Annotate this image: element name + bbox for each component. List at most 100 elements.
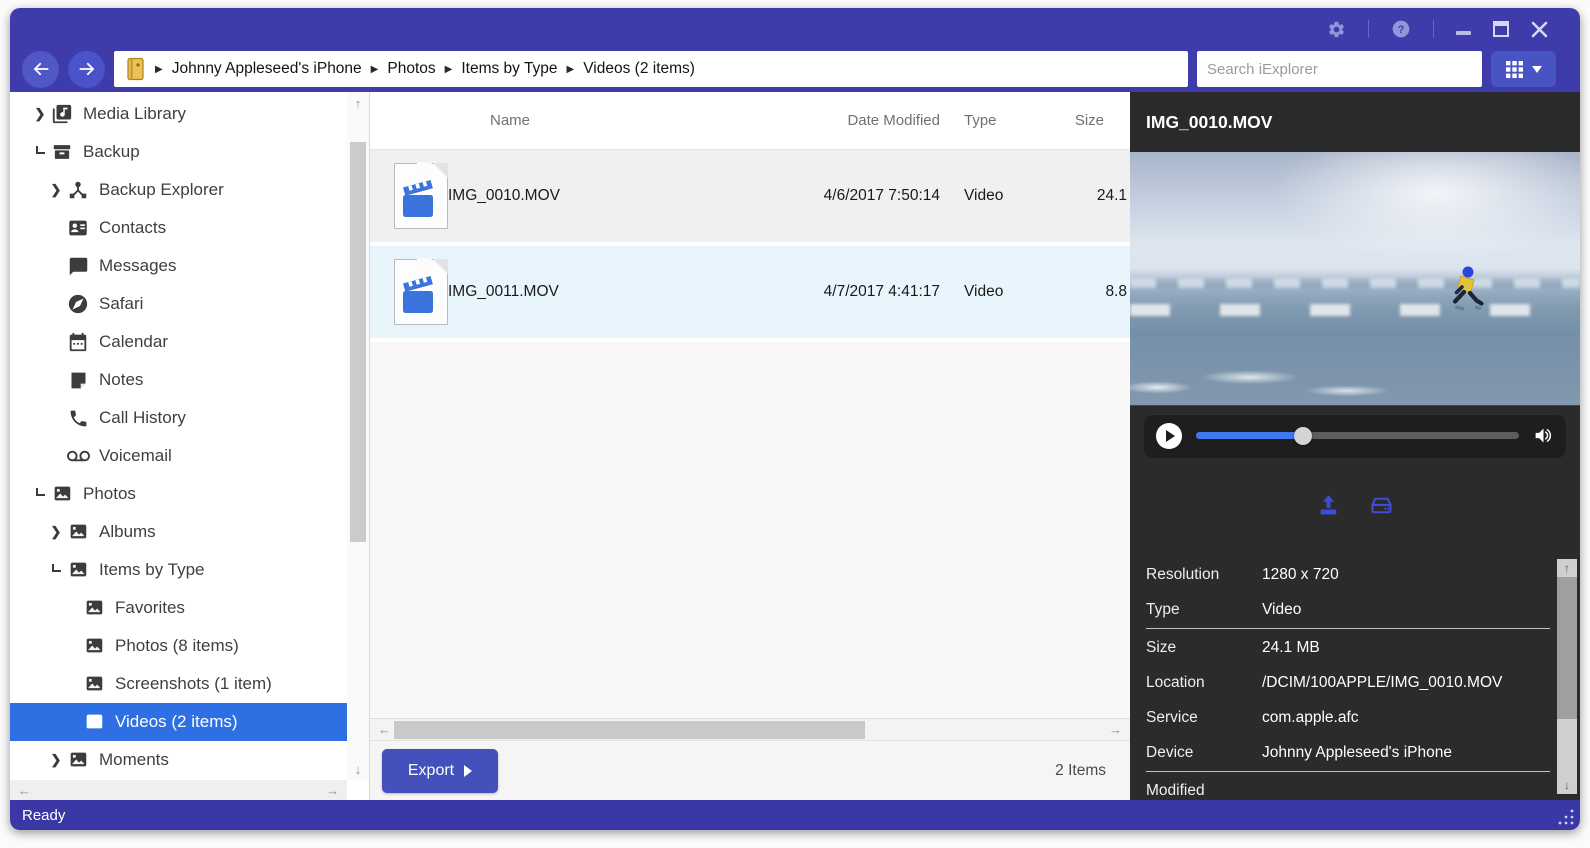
seek-thumb[interactable] xyxy=(1293,426,1312,445)
preview-title: IMG_0010.MOV xyxy=(1130,92,1580,152)
sidebar-item-label: Messages xyxy=(99,256,177,275)
meta-row-type: Type Video xyxy=(1146,600,1302,618)
surf-line xyxy=(1130,303,1580,316)
metadata-scrollbar[interactable]: ↑ ↓ xyxy=(1557,559,1577,794)
column-header-type[interactable]: Type xyxy=(940,112,1028,129)
sidebar-item-backup[interactable]: Backup xyxy=(10,133,347,171)
sidebar-item-call-history[interactable]: Call History xyxy=(10,399,347,437)
sidebar-item-label: Calendar xyxy=(99,332,168,351)
file-size: 8.8 xyxy=(1105,283,1127,300)
export-button[interactable]: Export xyxy=(382,748,498,793)
sidebar-item-label: Favorites xyxy=(115,598,185,617)
sidebar-item-label: Media Library xyxy=(83,104,186,123)
sidebar-item-photos[interactable]: Photos xyxy=(10,475,347,513)
scrollbar-thumb[interactable] xyxy=(1557,577,1577,719)
photo-icon xyxy=(82,634,106,658)
sidebar-item-items-by-type[interactable]: Items by Type xyxy=(10,551,347,589)
file-type: Video xyxy=(964,283,1004,300)
sidebar-item-screenshots-1-item[interactable]: Screenshots (1 item) xyxy=(10,665,347,703)
photo-icon xyxy=(82,672,106,696)
sidebar-item-backup-explorer[interactable]: ❯ Backup Explorer xyxy=(10,171,347,209)
export-to-drive-icon[interactable] xyxy=(1368,492,1395,519)
sidebar-item-albums[interactable]: ❯ Albums xyxy=(10,513,347,551)
scroll-right-icon[interactable]: → xyxy=(1109,722,1122,737)
back-button[interactable] xyxy=(22,50,59,88)
resize-grip-icon[interactable] xyxy=(1557,808,1575,826)
meta-row-size: Size 24.1 MB xyxy=(1146,638,1320,656)
help-icon[interactable]: ? xyxy=(1391,19,1411,39)
metadata-table: Resolution 1280 x 720 Type Video Size 24.1 … xyxy=(1130,545,1580,800)
column-header-date-modified[interactable]: Date Modified xyxy=(760,112,940,129)
settings-gear-icon[interactable] xyxy=(1327,20,1346,39)
scroll-up-icon[interactable]: ↑ xyxy=(1557,559,1577,577)
sidebar-item-moments[interactable]: ❯ Moments xyxy=(10,741,347,779)
breadcrumb-separator-icon: ▶ xyxy=(155,63,163,75)
items-count: 2 Items xyxy=(1055,761,1106,779)
minimize-icon[interactable] xyxy=(1456,30,1471,36)
sidebar-item-voicemail[interactable]: Voicemail xyxy=(10,437,347,475)
svg-text:?: ? xyxy=(1398,24,1405,36)
sidebar-item-safari[interactable]: Safari xyxy=(10,285,347,323)
photo-icon xyxy=(66,520,90,544)
scroll-down-icon[interactable]: ↓ xyxy=(347,758,369,780)
scrollbar-thumb[interactable] xyxy=(394,721,866,739)
list-horizontal-scrollbar[interactable]: ← → xyxy=(370,718,1130,740)
file-type: Video xyxy=(964,187,1004,204)
file-row-img-0010[interactable]: IMG_0010.MOV 4/6/2017 7:50:14 Video 24.1 xyxy=(370,150,1130,242)
sidebar-item-media-library[interactable]: ❯ Media Library xyxy=(10,95,347,133)
view-mode-button[interactable] xyxy=(1491,51,1556,87)
breadcrumb-videos[interactable]: Videos (2 items) xyxy=(583,60,695,78)
sidebar-item-label: Photos xyxy=(83,484,136,503)
file-name: IMG_0010.MOV xyxy=(448,187,560,204)
expander-collapsed-icon[interactable]: ❯ xyxy=(46,182,66,198)
maximize-icon[interactable] xyxy=(1493,21,1509,37)
play-button[interactable] xyxy=(1156,422,1182,449)
sidebar-horizontal-scrollbar[interactable]: ← → xyxy=(10,780,347,800)
expander-collapsed-icon[interactable]: ❯ xyxy=(30,106,50,122)
title-bar: ? xyxy=(10,8,1580,50)
sidebar: ❯ Media Library Backup ❯ Backup Explorer C… xyxy=(10,92,370,800)
export-to-folder-icon[interactable] xyxy=(1315,492,1342,519)
scrollbar-thumb[interactable] xyxy=(350,142,366,542)
scroll-left-icon[interactable]: ← xyxy=(378,722,391,737)
scroll-left-icon[interactable]: ← xyxy=(18,783,31,798)
sidebar-vertical-scrollbar[interactable]: ↑ ↓ xyxy=(347,92,369,780)
search-input[interactable] xyxy=(1197,51,1482,87)
file-name: IMG_0011.MOV xyxy=(448,283,559,300)
breadcrumb-items-by-type[interactable]: Items by Type xyxy=(461,60,557,78)
expander-expanded-icon[interactable] xyxy=(30,488,50,496)
sidebar-item-calendar[interactable]: Calendar xyxy=(10,323,347,361)
player-bar xyxy=(1144,413,1566,458)
sidebar-item-notes[interactable]: Notes xyxy=(10,361,347,399)
sidebar-tree: ❯ Media Library Backup ❯ Backup Explorer C… xyxy=(10,95,347,780)
sidebar-item-contacts[interactable]: Contacts xyxy=(10,209,347,247)
photo-icon xyxy=(66,558,90,582)
volume-icon[interactable] xyxy=(1533,425,1554,446)
column-header-name[interactable]: Name xyxy=(448,112,760,129)
sidebar-item-label: Moments xyxy=(99,750,169,769)
expander-expanded-icon[interactable] xyxy=(30,146,50,154)
forward-button[interactable] xyxy=(68,50,105,88)
breadcrumb-device[interactable]: Johnny Appleseed's iPhone xyxy=(172,60,362,78)
column-header-size[interactable]: Size xyxy=(1028,112,1130,129)
sidebar-item-favorites[interactable]: Favorites xyxy=(10,589,347,627)
media-library-icon xyxy=(50,102,74,126)
expander-collapsed-icon[interactable]: ❯ xyxy=(46,524,66,540)
sidebar-item-photos-8-items[interactable]: Photos (8 items) xyxy=(10,627,347,665)
expander-expanded-icon[interactable] xyxy=(46,564,66,572)
breadcrumb-photos[interactable]: Photos xyxy=(387,60,435,78)
scroll-right-icon[interactable]: → xyxy=(326,783,339,798)
video-preview-frame[interactable] xyxy=(1130,152,1580,405)
sidebar-item-messages[interactable]: Messages xyxy=(10,247,347,285)
expander-collapsed-icon[interactable]: ❯ xyxy=(46,752,66,768)
sidebar-item-label: Screenshots (1 item) xyxy=(115,674,272,693)
sidebar-item-videos-2-items[interactable]: Videos (2 items) xyxy=(10,703,347,741)
scroll-up-icon[interactable]: ↑ xyxy=(347,92,369,114)
sidebar-item-label: Safari xyxy=(99,294,144,313)
scroll-down-icon[interactable]: ↓ xyxy=(1557,776,1577,794)
close-icon[interactable] xyxy=(1531,21,1548,38)
seek-slider[interactable] xyxy=(1196,426,1519,445)
file-size: 24.1 xyxy=(1096,187,1127,204)
sidebar-item-label: Albums xyxy=(99,522,156,541)
file-row-img-0011[interactable]: IMG_0011.MOV 4/7/2017 4:41:17 Video 8.8 xyxy=(370,246,1130,338)
